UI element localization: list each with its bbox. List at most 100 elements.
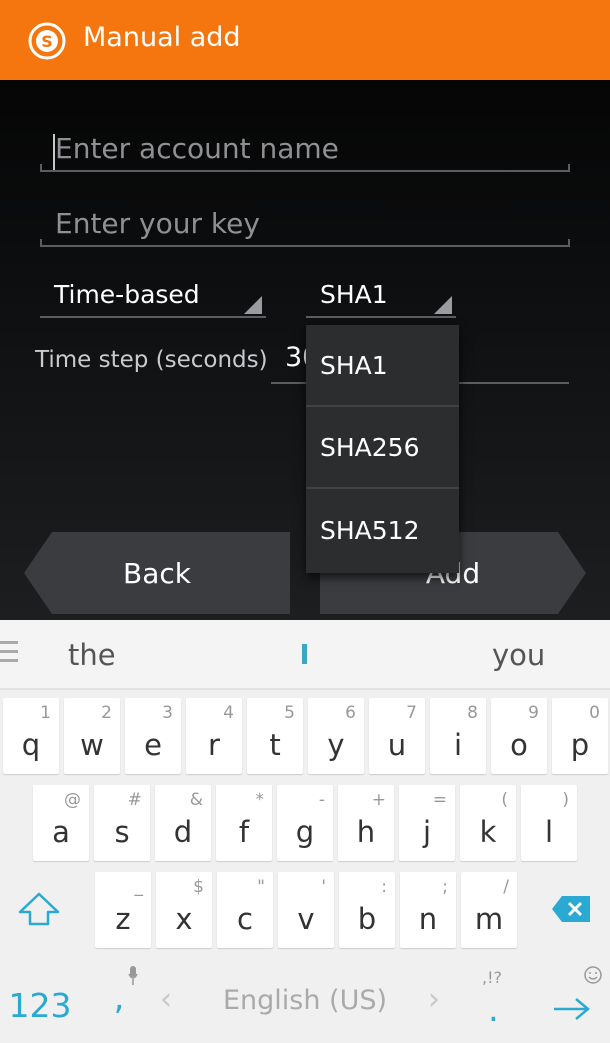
key-secondary-label: 5 xyxy=(284,703,295,723)
key-u[interactable]: 7u xyxy=(369,698,425,774)
key-t[interactable]: 5t xyxy=(247,698,303,774)
dropdown-option-sha256[interactable]: SHA256 xyxy=(306,407,459,489)
key-label: t xyxy=(269,728,281,762)
key-label: g xyxy=(295,815,315,849)
dropdown-option-sha1[interactable]: SHA1 xyxy=(306,325,459,407)
symbols-key[interactable]: 123 xyxy=(0,968,80,1042)
suggestion-right[interactable]: you xyxy=(492,638,545,672)
action-bar: S Manual add xyxy=(0,0,610,80)
key-label: o xyxy=(510,728,528,762)
space-label: English (US) xyxy=(222,984,388,1016)
period-key[interactable]: ,!? . xyxy=(468,960,524,1036)
key-secondary-label: # xyxy=(127,790,142,810)
key-label: u xyxy=(387,728,407,762)
suggestion-center[interactable] xyxy=(302,644,307,664)
key-label: b xyxy=(357,902,377,936)
key-label: q xyxy=(21,728,41,762)
key-secondary-label: + xyxy=(371,790,386,810)
key-secondary-label: _ xyxy=(134,877,144,897)
key-secondary-label: 1 xyxy=(40,703,51,723)
microphone-icon[interactable] xyxy=(128,966,138,986)
key-label: j xyxy=(422,815,432,849)
key-secondary-label: 2 xyxy=(101,703,112,723)
back-button[interactable]: Back xyxy=(24,532,290,614)
key-j[interactable]: = j xyxy=(399,785,455,861)
emoji-icon xyxy=(584,966,602,984)
key-label: c xyxy=(237,902,253,936)
algorithm-dropdown: SHA1 SHA256 SHA512 xyxy=(306,325,459,573)
account-name-placeholder: Enter account name xyxy=(55,132,339,165)
key-label: a xyxy=(52,815,70,849)
key-row-2: @ a # s & d * f - g + h = j(k) l xyxy=(0,785,610,869)
key-secondary-label: $ xyxy=(193,877,204,897)
key-v[interactable]: ' v xyxy=(278,872,334,948)
key-d[interactable]: & d xyxy=(155,785,211,861)
space-bar[interactable]: English (US) xyxy=(155,965,455,1035)
key-label: w xyxy=(80,728,104,762)
algorithm-value: SHA1 xyxy=(320,280,388,309)
otp-type-spinner[interactable]: Time-based xyxy=(40,278,266,318)
key-i[interactable]: 8i xyxy=(430,698,486,774)
key-label: m xyxy=(474,902,504,936)
manual-add-form: Enter account name Enter your key Time-b… xyxy=(0,80,610,620)
otp-type-value: Time-based xyxy=(54,280,200,309)
key-label: r xyxy=(208,728,220,762)
key-label: h xyxy=(356,815,376,849)
key-label: p xyxy=(570,728,590,762)
key-label: y xyxy=(327,728,345,762)
key-secondary-label: 0 xyxy=(589,703,600,723)
key-secondary-label: " xyxy=(257,877,265,897)
key-l[interactable]: ) l xyxy=(521,785,577,861)
key-label: k xyxy=(479,815,497,849)
period-key-hint: ,!? xyxy=(482,968,502,987)
key-f[interactable]: * f xyxy=(216,785,272,861)
key-label: v xyxy=(297,902,315,936)
key-label: z xyxy=(115,902,131,936)
app-logo-icon[interactable]: S xyxy=(27,21,67,61)
suggestion-strip: the you xyxy=(0,620,610,690)
screen-title: Manual add xyxy=(83,22,241,53)
key-label: f xyxy=(238,815,250,849)
key-c[interactable]: " c xyxy=(217,872,273,948)
key-secondary-label: 4 xyxy=(223,703,234,723)
key-h[interactable]: + h xyxy=(338,785,394,861)
key-secondary-label: ; xyxy=(442,877,448,897)
shift-icon[interactable] xyxy=(16,890,62,930)
key-s[interactable]: # s xyxy=(94,785,150,861)
key-input[interactable]: Enter your key xyxy=(40,207,570,247)
dropdown-option-sha512[interactable]: SHA512 xyxy=(306,489,459,571)
backspace-icon[interactable] xyxy=(550,894,592,924)
enter-arrow-icon xyxy=(554,998,590,1020)
language-left-icon: ‹ xyxy=(160,982,172,1017)
key-a[interactable]: @ a xyxy=(33,785,89,861)
key-z[interactable]: _ z xyxy=(95,872,151,948)
key-label: i xyxy=(453,728,463,762)
key-y[interactable]: 6y xyxy=(308,698,364,774)
key-w[interactable]: 2w xyxy=(64,698,120,774)
key-secondary-label: ( xyxy=(501,790,508,810)
enter-key[interactable] xyxy=(536,960,610,1036)
key-k[interactable]: (k xyxy=(460,785,516,861)
key-x[interactable]: $ x xyxy=(156,872,212,948)
key-secondary-label: ) xyxy=(562,790,569,810)
account-name-input[interactable]: Enter account name xyxy=(40,132,570,172)
key-b[interactable]: :b xyxy=(339,872,395,948)
spinner-arrow-icon xyxy=(244,296,262,314)
key-label: x xyxy=(175,902,193,936)
key-secondary-label: & xyxy=(189,790,203,810)
key-o[interactable]: 9o xyxy=(491,698,547,774)
key-m[interactable]: / m xyxy=(461,872,517,948)
key-e[interactable]: 3e xyxy=(125,698,181,774)
key-n[interactable]: ; n xyxy=(400,872,456,948)
menu-icon[interactable] xyxy=(0,641,18,663)
key-secondary-label: : xyxy=(381,877,387,897)
suggestion-left[interactable]: the xyxy=(68,638,116,672)
key-secondary-label: 3 xyxy=(162,703,173,723)
algorithm-spinner[interactable]: SHA1 xyxy=(306,278,456,318)
spinner-arrow-icon xyxy=(434,296,452,314)
key-p[interactable]: 0p xyxy=(552,698,608,774)
key-g[interactable]: -g xyxy=(277,785,333,861)
key-q[interactable]: 1q xyxy=(3,698,59,774)
key-secondary-label: - xyxy=(318,790,325,810)
key-r[interactable]: 4r xyxy=(186,698,242,774)
